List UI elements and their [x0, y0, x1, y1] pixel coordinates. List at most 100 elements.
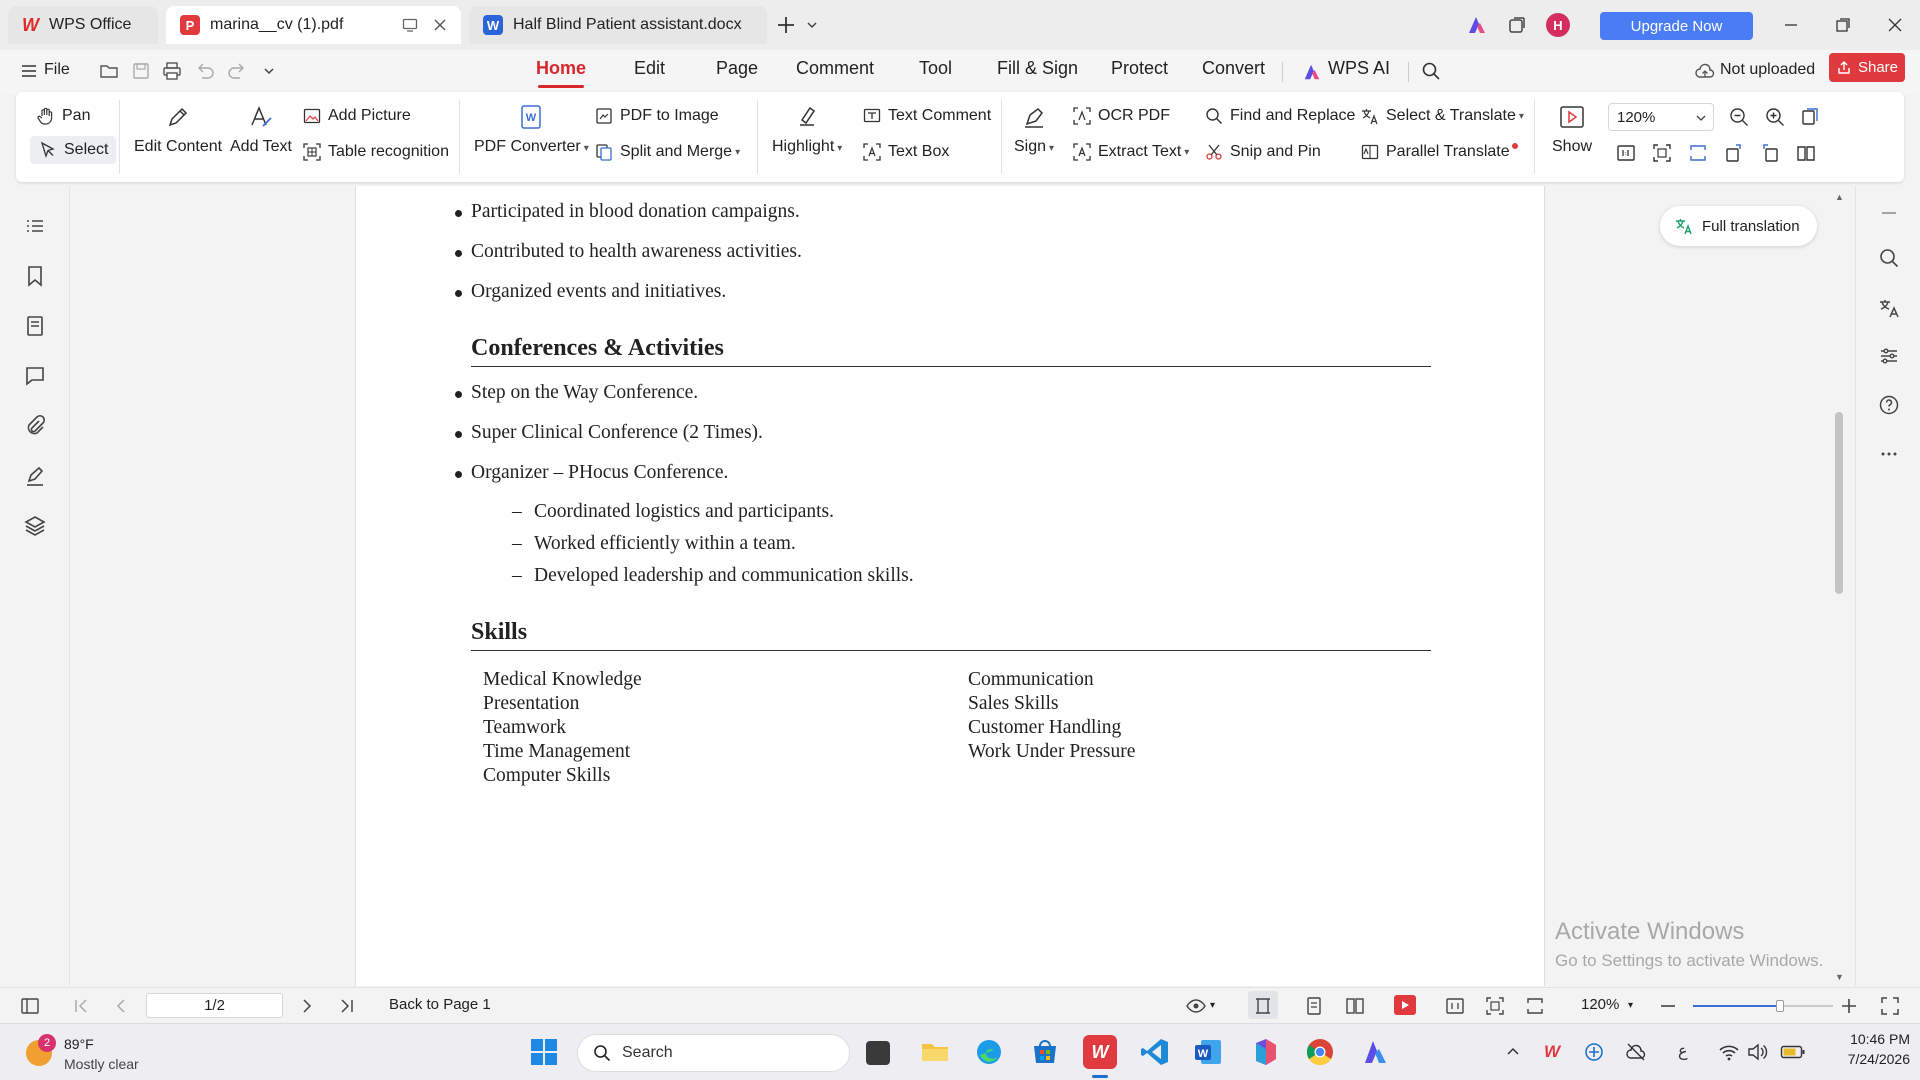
first-page-icon[interactable] [70, 995, 92, 1017]
word-icon[interactable]: W [1191, 1035, 1225, 1069]
undo-icon[interactable] [194, 60, 216, 82]
text-comment-button[interactable]: Text Comment [862, 106, 991, 126]
taskbar-search-box[interactable]: Search [577, 1034, 850, 1072]
tab-marina-cv-pdf[interactable]: P marina__cv (1).pdf [166, 6, 461, 44]
help-icon[interactable] [1877, 393, 1901, 417]
avatar[interactable]: H [1546, 13, 1570, 37]
tab-list-chevron-icon[interactable] [805, 18, 819, 32]
two-page-view-icon[interactable] [1344, 995, 1366, 1017]
highlight-button[interactable]: Highlight ▾ [772, 102, 842, 156]
wps-ai-taskbar-icon[interactable] [1358, 1035, 1392, 1069]
battery-icon[interactable] [1780, 1044, 1806, 1060]
wps-ai-logo-icon[interactable] [1466, 14, 1488, 36]
add-picture-button[interactable]: Add Picture [302, 106, 411, 126]
zoom-in-icon[interactable] [1764, 106, 1786, 128]
ocr-pdf-button[interactable]: OCR PDF [1072, 106, 1170, 126]
clock[interactable]: 10:46 PM 7/24/2026 [1820, 1031, 1910, 1067]
sign-button[interactable]: Sign ▾ [1014, 102, 1054, 156]
tray-language-indicator[interactable]: ع [1678, 1041, 1688, 1061]
print-icon[interactable] [161, 60, 183, 82]
table-recognition-button[interactable]: Table recognition [302, 142, 449, 162]
new-tab-plus-icon[interactable] [775, 14, 797, 36]
select-tool-button[interactable]: Select [30, 136, 117, 164]
eye-protection-icon[interactable] [1185, 995, 1207, 1017]
select-translate-button[interactable]: Select & Translate ▾ [1360, 106, 1524, 126]
zoom-in-plus-icon[interactable] [1838, 995, 1860, 1017]
single-page-view-icon[interactable] [1252, 995, 1274, 1017]
windows-start-icon[interactable] [527, 1035, 561, 1069]
zoom-select[interactable]: 120% [1608, 103, 1714, 131]
book-view-icon[interactable] [1795, 142, 1817, 164]
bookmark-icon[interactable] [23, 264, 47, 288]
file-menu[interactable]: File [44, 61, 70, 79]
split-merge-button[interactable]: Split and Merge ▾ [594, 142, 740, 162]
task-view-icon[interactable] [866, 1041, 890, 1065]
pan-tool-button[interactable]: Pan [36, 106, 90, 126]
menu-tab-fill-sign[interactable]: Fill & Sign [997, 58, 1078, 79]
fit-page-icon[interactable] [1651, 142, 1673, 164]
search-icon[interactable] [1420, 60, 1442, 82]
zoom-out-minus-icon[interactable] [1657, 995, 1679, 1017]
rotate-right-icon[interactable] [1723, 142, 1745, 164]
next-page-icon[interactable] [296, 995, 318, 1017]
minimize-icon[interactable] [1782, 16, 1800, 34]
fit-width-icon[interactable] [1524, 995, 1546, 1017]
close-window-icon[interactable] [1886, 16, 1904, 34]
zoom-dropdown-caret[interactable]: ▾ [1628, 1000, 1633, 1011]
play-slideshow-button[interactable] [1394, 995, 1416, 1015]
open-folder-icon[interactable] [98, 60, 120, 82]
menu-tab-edit[interactable]: Edit [634, 58, 665, 79]
menu-tab-home[interactable]: Home [536, 58, 586, 88]
search-icon[interactable] [1877, 246, 1901, 270]
tray-vpn-icon[interactable] [1584, 1042, 1604, 1062]
close-tab-icon[interactable] [432, 17, 448, 33]
menu-tab-protect[interactable]: Protect [1111, 58, 1168, 79]
save-icon[interactable] [130, 60, 152, 82]
share-button[interactable]: Share [1829, 53, 1905, 82]
microsoft-store-icon[interactable] [1028, 1035, 1062, 1069]
weather-widget[interactable]: 2 89°F Mostly clear [18, 1030, 168, 1074]
pdf-to-image-button[interactable]: PDF to Image [594, 106, 719, 126]
menu-tab-page[interactable]: Page [716, 58, 758, 79]
outline-icon[interactable] [23, 214, 47, 238]
layers-icon[interactable] [23, 514, 47, 538]
tab-wps-office[interactable]: W WPS Office [8, 6, 158, 44]
collapse-panel-icon[interactable] [1877, 201, 1901, 225]
microsoft365-icon[interactable] [1248, 1035, 1282, 1069]
redo-icon[interactable] [226, 60, 248, 82]
zoom-slider-thumb[interactable] [1775, 1000, 1784, 1012]
actual-size-icon[interactable] [1444, 995, 1466, 1017]
wps-office-taskbar-icon[interactable]: W [1083, 1035, 1117, 1069]
more-icon[interactable] [1877, 442, 1901, 466]
maximize-icon[interactable] [1834, 16, 1852, 34]
edge-browser-icon[interactable] [972, 1035, 1006, 1069]
eye-dropdown-caret[interactable]: ▾ [1210, 1000, 1215, 1011]
tray-wps-icon[interactable]: W [1544, 1042, 1560, 1062]
fullscreen-icon[interactable] [1879, 995, 1901, 1017]
toggle-sidebar-icon[interactable] [19, 995, 41, 1017]
add-text-button[interactable]: Add Text [230, 102, 292, 156]
tray-chevron-up-icon[interactable] [1504, 1043, 1522, 1061]
quick-access-chevron-icon[interactable] [262, 64, 276, 78]
scroll-down-arrow[interactable]: ▼ [1835, 972, 1844, 982]
upgrade-now-button[interactable]: Upgrade Now [1600, 12, 1753, 40]
extract-text-button[interactable]: Extract Text ▾ [1072, 142, 1189, 162]
continuous-view-icon[interactable] [1303, 995, 1325, 1017]
menu-tab-comment[interactable]: Comment [796, 58, 874, 79]
tray-cloud-off-icon[interactable] [1625, 1042, 1647, 1062]
snip-pin-button[interactable]: Snip and Pin [1204, 142, 1321, 162]
text-box-button[interactable]: Text Box [862, 142, 949, 162]
volume-icon[interactable] [1746, 1042, 1768, 1062]
fit-width-icon[interactable] [1687, 142, 1709, 164]
pdf-converter-button[interactable]: W PDF Converter ▾ [474, 102, 589, 156]
hamburger-menu-icon[interactable] [20, 62, 38, 80]
fit-page-icon[interactable] [1484, 995, 1506, 1017]
monitor-icon[interactable] [402, 17, 418, 33]
menu-tab-tool[interactable]: Tool [919, 58, 952, 79]
show-button[interactable]: Show [1552, 102, 1592, 156]
vscode-icon[interactable] [1138, 1035, 1172, 1069]
tab-half-blind-docx[interactable]: W Half Blind Patient assistant.docx [469, 6, 767, 44]
rotate-left-icon[interactable] [1759, 142, 1781, 164]
page-number-input[interactable]: 1/2 [146, 993, 283, 1018]
wifi-icon[interactable] [1718, 1042, 1740, 1062]
